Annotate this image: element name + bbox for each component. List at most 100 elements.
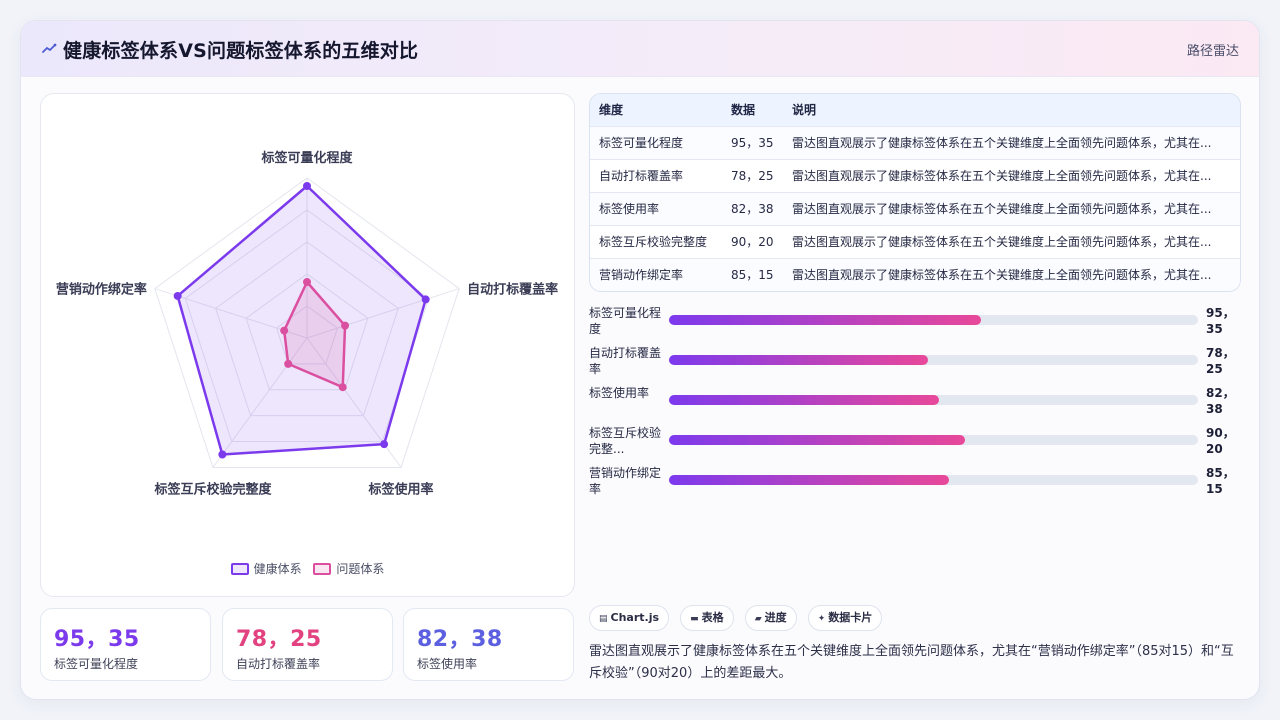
data-table: 维度 数据 说明 标签可量化程度 95，35 雷达图直观展示了健康标签体系在五个…: [589, 93, 1241, 292]
table-cell: 82，38: [722, 191, 783, 225]
table-cell: 雷达图直观展示了健康标签体系在五个关键维度上全面领先问题体系，尤其在...: [783, 257, 1240, 291]
progress-label: 标签互斥校验完整...: [589, 426, 662, 456]
progress-bars: 标签可量化程度 95，35 自动打标覆盖率 78，25 标签使用率 82，38 …: [589, 303, 1241, 503]
table-cell: 雷达图直观展示了健康标签体系在五个关键维度上全面领先问题体系，尤其在...: [783, 191, 1240, 225]
progress-label: 营销动作绑定率: [589, 466, 662, 496]
table-row: 自动打标覆盖率 78，25 雷达图直观展示了健康标签体系在五个关键维度上全面领先…: [590, 158, 1240, 192]
chart-icon: ▤: [599, 614, 608, 624]
data-point: [338, 383, 347, 392]
progress-value: 95，35: [1206, 306, 1235, 336]
progress-row: 标签可量化程度 95，35: [589, 303, 1241, 343]
table-cell: 自动打标覆盖率: [590, 158, 722, 192]
stat-value: 78，25: [236, 627, 322, 652]
stat-label: 自动打标覆盖率: [236, 657, 321, 671]
axis-label: 标签使用率: [368, 481, 434, 497]
data-point: [421, 295, 430, 304]
table-row: 营销动作绑定率 85，15 雷达图直观展示了健康标签体系在五个关键维度上全面领先…: [590, 257, 1240, 291]
chip-chartjs[interactable]: ▤ Chart.js: [589, 605, 670, 631]
route-icon: [42, 43, 57, 53]
progress-value: 85，15: [1206, 466, 1235, 496]
table-cell: 雷达图直观展示了健康标签体系在五个关键维度上全面领先问题体系，尤其在...: [783, 158, 1240, 192]
chip-label: Chart.js: [610, 611, 660, 624]
table-cell: 78，25: [722, 158, 783, 192]
progress-row: 自动打标覆盖率 78，25: [589, 343, 1241, 383]
progress-track: [669, 475, 1198, 485]
table-cell: 标签使用率: [590, 191, 722, 225]
chip-group: ▤ Chart.js ▬ 表格 ▰ 进度 ✦ 数据卡片: [589, 605, 888, 631]
data-point: [380, 440, 389, 449]
table-header-row: 维度 数据 说明: [590, 94, 1240, 126]
progress-row: 标签使用率 82，38: [589, 383, 1241, 423]
progress-fill: [669, 395, 939, 405]
progress-label: 标签使用率: [589, 386, 650, 400]
data-point: [341, 321, 350, 330]
progress-fill: [669, 355, 929, 365]
table-cell: 标签可量化程度: [590, 125, 722, 159]
progress-fill: [669, 475, 950, 485]
progress-value: 82，38: [1206, 386, 1235, 416]
legend-item-healthy[interactable]: 健康体系: [230, 560, 302, 577]
legend-swatch: [230, 563, 249, 575]
chip-label: 表格: [701, 611, 724, 624]
progress-fill: [669, 435, 966, 445]
table-cell: 雷达图直观展示了健康标签体系在五个关键维度上全面领先问题体系，尤其在...: [783, 224, 1240, 258]
column-header: 数据: [731, 103, 756, 118]
progress-row: 标签互斥校验完整... 90，20: [589, 423, 1241, 463]
progress-track: [669, 395, 1198, 405]
page-title: 健康标签体系VS问题标签体系的五维对比: [63, 40, 419, 62]
stat-value: 95，35: [54, 627, 140, 652]
table-cell: 营销动作绑定率: [590, 257, 722, 291]
chip-label: 数据卡片: [828, 611, 873, 624]
stat-card: 95，35 标签可量化程度: [40, 608, 211, 681]
legend-swatch: [313, 563, 332, 575]
stat-card: 82，38 标签使用率: [403, 608, 574, 681]
progress-fill: [669, 315, 982, 325]
card-icon: ✦: [817, 614, 826, 624]
progress-track: [669, 355, 1198, 365]
chip-data-card[interactable]: ✦ 数据卡片: [807, 605, 883, 631]
data-point: [303, 278, 311, 286]
stat-card: 78，25 自动打标覆盖率: [222, 608, 393, 681]
legend-item-problem[interactable]: 问题体系: [313, 560, 384, 577]
table-row: 标签互斥校验完整度 90，20 雷达图直观展示了健康标签体系在五个关键维度上全面…: [590, 224, 1240, 258]
table-row: 标签可量化程度 95，35 雷达图直观展示了健康标签体系在五个关键维度上全面领先…: [590, 125, 1240, 159]
data-point: [284, 359, 293, 368]
chart-legend: 健康体系 问题体系: [41, 560, 574, 577]
axis-label: 自动打标覆盖率: [467, 282, 558, 298]
progress-track: [669, 435, 1198, 445]
legend-label: 问题体系: [336, 562, 385, 576]
progress-row: 营销动作绑定率 85，15: [589, 463, 1241, 503]
chip-table[interactable]: ▬ 表格: [680, 605, 734, 631]
axis-label: 营销动作绑定率: [56, 282, 147, 298]
progress-value: 90，20: [1206, 426, 1235, 456]
progress-icon: ▰: [754, 614, 762, 624]
stat-value: 82，38: [417, 627, 503, 652]
table-row: 标签使用率 82，38 雷达图直观展示了健康标签体系在五个关键维度上全面领先问题…: [590, 191, 1240, 225]
data-point: [173, 291, 182, 300]
axis-label: 标签可量化程度: [260, 150, 353, 166]
column-header: 维度: [599, 103, 624, 118]
header: 健康标签体系VS问题标签体系的五维对比 路径雷达: [21, 21, 1259, 77]
radar-chart-panel: 标签可量化程度自动打标覆盖率标签使用率 标签互斥校验完整度 营销动作绑定率 健康体系…: [40, 93, 575, 597]
header-badge: 路径雷达: [1186, 44, 1239, 59]
radar-chart: 标签可量化程度自动打标覆盖率标签使用率 标签互斥校验完整度 营销动作绑定率: [56, 150, 558, 497]
table-cell: 标签互斥校验完整度: [590, 224, 722, 258]
data-point: [303, 182, 311, 190]
stat-label: 标签可量化程度: [54, 657, 139, 671]
table-cell: 95，35: [722, 125, 783, 159]
column-header: 说明: [792, 103, 817, 118]
progress-label: 标签可量化程度: [589, 306, 662, 336]
progress-track: [669, 315, 1198, 325]
table-cell: 90，20: [722, 224, 783, 258]
table-cell: 85，15: [722, 257, 783, 291]
chip-progress[interactable]: ▰ 进度: [744, 605, 797, 631]
dashboard-card: 健康标签体系VS问题标签体系的五维对比 路径雷达 标签可量化程度 自动打标覆盖率标…: [20, 20, 1260, 700]
stat-label: 标签使用率: [417, 657, 478, 671]
data-point: [280, 326, 289, 335]
progress-label: 自动打标覆盖率: [589, 346, 662, 376]
table-cell: 雷达图直观展示了健康标签体系在五个关键维度上全面领先问题体系，尤其在...: [783, 125, 1240, 159]
summary-text: 雷达图直观展示了健康标签体系在五个关键维度上全面领先问题体系，尤其在“营销动作绑…: [589, 644, 1234, 681]
axis-label: 标签互斥校验完整度: [153, 481, 272, 497]
chip-label: 进度: [764, 611, 787, 624]
table-icon: ▬: [690, 614, 699, 624]
